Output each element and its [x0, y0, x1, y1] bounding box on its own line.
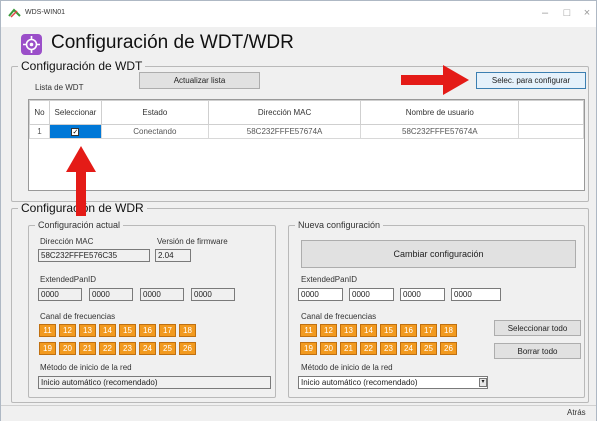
new-channel-24[interactable]: 24 — [400, 342, 417, 355]
column-header-no[interactable]: No — [29, 100, 50, 125]
window-title: WDS-WIN01 — [25, 9, 66, 16]
current-panid-field-4: 0000 — [191, 288, 235, 301]
new-panid-input-1[interactable]: 0000 — [298, 288, 343, 301]
minimize-button[interactable]: – — [535, 5, 555, 21]
maximize-button[interactable]: □ — [557, 5, 577, 21]
current-channel-15[interactable]: 15 — [119, 324, 136, 337]
current-channel-12[interactable]: 12 — [59, 324, 76, 337]
new-channel-21[interactable]: 21 — [340, 342, 357, 355]
current-channel-18[interactable]: 18 — [179, 324, 196, 337]
new-panid-input-4[interactable]: 0000 — [451, 288, 501, 301]
wdt-table-grid: No Seleccionar Estado Dirección MAC Nomb… — [29, 100, 584, 139]
table-row[interactable]: 1 ✓ Conectando 58C232FFFE57674A 58C232FF… — [29, 124, 584, 139]
current-panid-label: ExtendedPanID — [40, 275, 97, 284]
new-panid-input-2[interactable]: 0000 — [349, 288, 394, 301]
chevron-down-icon[interactable]: ▾ — [479, 378, 487, 387]
row-username: 58C232FFFE57674A — [360, 124, 520, 139]
new-channel-23[interactable]: 23 — [380, 342, 397, 355]
current-channel-26[interactable]: 26 — [179, 342, 196, 355]
table-header-row: No Seleccionar Estado Dirección MAC Nomb… — [29, 100, 584, 125]
page-title: Configuración de WDT/WDR — [51, 32, 294, 53]
current-channel-23[interactable]: 23 — [119, 342, 136, 355]
column-header-mac[interactable]: Dirección MAC — [207, 100, 362, 125]
select-all-button[interactable]: Seleccionar todo — [494, 320, 581, 336]
new-channel-11[interactable]: 11 — [300, 324, 317, 337]
new-config-legend: Nueva configuración — [298, 220, 381, 230]
new-channel-16[interactable]: 16 — [400, 324, 417, 337]
current-channel-13[interactable]: 13 — [79, 324, 96, 337]
title-bar: WDS-WIN01 – □ × — [1, 1, 596, 27]
close-button[interactable]: × — [577, 5, 597, 21]
select-to-configure-button[interactable]: Selec. para configurar — [476, 72, 586, 89]
column-header-username[interactable]: Nombre de usuario — [360, 100, 520, 125]
new-method-label: Método de inicio de la red — [301, 363, 393, 372]
app-logo-icon — [8, 8, 21, 18]
current-channel-19[interactable]: 19 — [39, 342, 56, 355]
row-select-cell[interactable]: ✓ — [48, 124, 102, 139]
wdt-list-label: Lista de WDT — [35, 83, 84, 92]
row-no: 1 — [29, 124, 50, 139]
new-method-select[interactable]: Inicio automático (recomendado) — [298, 376, 488, 389]
clear-all-button[interactable]: Borrar todo — [494, 343, 581, 359]
current-channel-11[interactable]: 11 — [39, 324, 56, 337]
new-channel-19[interactable]: 19 — [300, 342, 317, 355]
current-channel-16[interactable]: 16 — [139, 324, 156, 337]
current-channel-14[interactable]: 14 — [99, 324, 116, 337]
current-channel-22[interactable]: 22 — [99, 342, 116, 355]
column-header-select[interactable]: Seleccionar — [48, 100, 102, 125]
current-channel-24[interactable]: 24 — [139, 342, 156, 355]
status-bar — [1, 405, 596, 421]
current-mac-label: Dirección MAC — [40, 237, 94, 246]
row-empty — [518, 124, 584, 139]
new-channel-26[interactable]: 26 — [440, 342, 457, 355]
new-channel-17[interactable]: 17 — [420, 324, 437, 337]
firmware-field: 2.04 — [155, 249, 191, 262]
current-panid-field-3: 0000 — [140, 288, 184, 301]
new-channel-15[interactable]: 15 — [380, 324, 397, 337]
refresh-list-button[interactable]: Actualizar lista — [139, 72, 260, 89]
current-channel-21[interactable]: 21 — [79, 342, 96, 355]
current-channel-25[interactable]: 25 — [159, 342, 176, 355]
red-arrow-up-icon — [66, 146, 96, 216]
back-button[interactable]: Atrás — [567, 408, 586, 417]
new-channel-14[interactable]: 14 — [360, 324, 377, 337]
new-channel-22[interactable]: 22 — [360, 342, 377, 355]
current-channel-17[interactable]: 17 — [159, 324, 176, 337]
current-mac-field: 58C232FFFE576C35 — [38, 249, 150, 262]
current-panid-field-1: 0000 — [38, 288, 82, 301]
current-method-field: Inicio automático (recomendado) — [38, 376, 271, 389]
column-header-empty — [518, 100, 584, 125]
red-arrow-right-icon — [401, 65, 469, 95]
wdt-config-legend: Configuración de WDT — [21, 59, 143, 73]
new-panid-input-3[interactable]: 0000 — [400, 288, 445, 301]
current-channel-label: Canal de frecuencias — [40, 312, 116, 321]
row-checkbox[interactable]: ✓ — [71, 128, 80, 136]
column-header-status[interactable]: Estado — [100, 100, 209, 125]
app-window: WDS-WIN01 – □ × Configuración de WDT/WDR… — [0, 0, 597, 421]
new-channel-label: Canal de frecuencias — [301, 312, 377, 321]
current-config-legend: Configuración actual — [38, 220, 121, 230]
settings-logo-icon — [21, 34, 42, 55]
current-panid-field-2: 0000 — [89, 288, 133, 301]
new-channel-13[interactable]: 13 — [340, 324, 357, 337]
new-channel-12[interactable]: 12 — [320, 324, 337, 337]
current-method-label: Método de inicio de la red — [40, 363, 132, 372]
row-status: Conectando — [100, 124, 209, 139]
change-config-button[interactable]: Cambiar configuración — [301, 240, 576, 268]
firmware-label: Versión de firmware — [157, 237, 228, 246]
new-panid-label: ExtendedPanID — [301, 275, 358, 284]
new-channel-18[interactable]: 18 — [440, 324, 457, 337]
row-mac: 58C232FFFE57674A — [207, 124, 362, 139]
new-channel-25[interactable]: 25 — [420, 342, 437, 355]
new-channel-20[interactable]: 20 — [320, 342, 337, 355]
current-channel-20[interactable]: 20 — [59, 342, 76, 355]
